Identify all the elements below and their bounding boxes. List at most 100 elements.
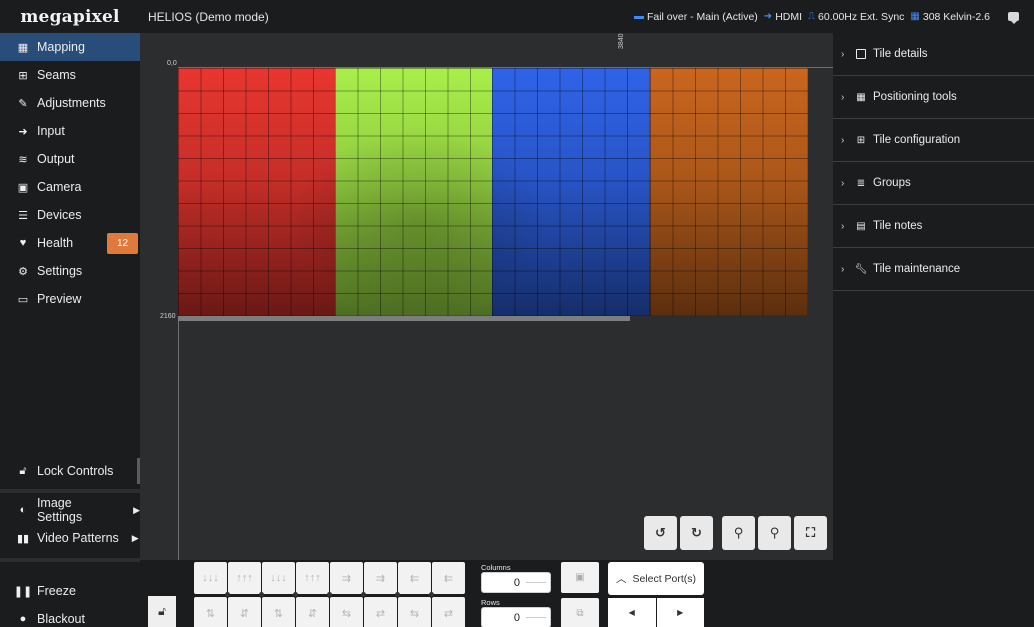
lightbulb-icon: ● [19,613,27,625]
lock-controls-label: Lock Controls [37,464,114,478]
pattern-snake-up-reverse-button[interactable]: ⇅ [262,597,295,627]
zoom-out-button[interactable]: ⚲ [722,516,755,550]
plus-square-icon: ⊞ [18,69,28,82]
stepper-divider [526,617,546,618]
snake-horizontal-icon: ⇆ [341,607,352,620]
pattern-rows-left-reverse-button[interactable]: ⇇ [432,562,465,594]
accordion-groups[interactable]: › ≣ Groups [833,162,1034,205]
snake-vertical-icon: ⇅ [273,607,284,620]
mapping-canvas[interactable]: 0,0 3840 2160 ↺ ↻ ⚲ ⚲ ⛶ [140,33,833,560]
sidebar-item-input[interactable]: ➜ Input [0,117,140,145]
arrows-left-icon: ⇇ [443,572,454,585]
split-grid-button[interactable]: ⧉ [561,598,599,627]
sidebar-item-seams[interactable]: ⊞ Seams [0,61,140,89]
tile-wall[interactable] [178,68,808,318]
pattern-snake-left-reverse-button[interactable]: ⇄ [432,597,465,627]
image-settings-button[interactable]: ◐ Image Settings ▶ [0,496,140,524]
canvas-boundary-bar [178,316,630,321]
undo-button[interactable]: ↺ [644,516,677,550]
right-panel: › Tile details › ▦ Positioning tools › ⊞… [833,33,1034,560]
sidebar-item-label: Input [37,124,65,138]
stepper-divider [526,582,546,583]
sidebar: ▦ Mapping ⊞ Seams ✎ Adjustments ➜ Input … [0,33,140,627]
tile-block-orange[interactable] [650,68,808,316]
failover-status[interactable]: ▬ Fail over - Main (Active) [634,11,758,23]
grid-split-icon: ⧉ [576,608,584,619]
input-status[interactable]: ➜ HDMI [764,11,802,23]
unlock-icon: 🔓︎ [158,604,166,618]
accordion-tile-details[interactable]: › Tile details [833,33,1034,76]
pattern-snake-down-button[interactable]: ⇵ [228,597,261,627]
previous-port-button[interactable]: ◀ [608,598,656,627]
gradient-overlay [650,68,808,316]
columns-control: Columns 0 [481,563,551,593]
feedback-button[interactable] [1000,6,1026,28]
sync-status[interactable]: ⎍ 60.00Hz Ext. Sync [808,11,904,23]
sidebar-item-label: Output [37,152,75,166]
pattern-rows-left-button[interactable]: ⇇ [398,562,434,597]
sidebar-item-preview[interactable]: ▭ Preview [0,285,140,313]
lock-controls-button[interactable]: 🔓︎ Lock Controls [0,457,140,485]
columns-input[interactable]: 0 [481,572,551,593]
arrows-up-icon: ↑↑↑ [236,572,253,584]
accordion-label: Groups [873,177,911,189]
cogs-icon: ⚙ [18,265,28,278]
chevron-right-icon: › [841,48,845,60]
sidebar-item-devices[interactable]: ☰ Devices [0,201,140,229]
grid-icon: ▦ [17,41,29,54]
kelvin-status[interactable]: ▦ 308 Kelvin-2.6 [910,11,990,23]
sidebar-item-health[interactable]: ♥ Health 12 [0,229,140,257]
accordion-label: Tile notes [873,220,923,232]
pattern-snake-right-reverse-button[interactable]: ⇆ [398,597,431,627]
chevron-right-icon: › [841,263,845,275]
unlock-icon: 🔓︎ [19,464,27,477]
select-ports-button[interactable]: ︿ Select Port(s) [608,562,704,595]
pattern-rows-right-reverse-button[interactable]: ⇉ [364,562,400,597]
undo-icon: ↺ [655,525,666,540]
sidebar-item-mapping[interactable]: ▦ Mapping [0,33,140,61]
next-port-button[interactable]: ▶ [656,598,704,627]
video-patterns-button[interactable]: ▮▮ Video Patterns ▶ [0,524,140,552]
pause-icon: ❚❚ [13,585,33,598]
apply-grid-button[interactable]: ▣ [561,562,599,593]
pattern-columns-up-reverse-button[interactable]: ↑↑↑ [296,562,332,597]
freeze-button[interactable]: ❚❚ Freeze [0,577,140,605]
pattern-snake-left-button[interactable]: ⇄ [364,597,397,627]
sidebar-item-camera[interactable]: ▣ Camera [0,173,140,201]
arrows-right-icon: ⇉ [375,572,386,585]
accordion-label: Tile configuration [873,134,961,146]
accordion-positioning-tools[interactable]: › ▦ Positioning tools [833,76,1034,119]
kelvin-status-text: 308 Kelvin-2.6 [922,10,990,23]
rows-input[interactable]: 0 [481,607,551,627]
pattern-rows-right-button[interactable]: ⇉ [330,562,366,597]
zoom-in-button[interactable]: ⚲ [758,516,791,550]
input-status-text: HDMI [775,10,803,23]
pattern-snake-up-button[interactable]: ⇅ [194,597,227,627]
fit-screen-button[interactable]: ⛶ [794,516,827,550]
blackout-button[interactable]: ● Blackout [0,605,140,627]
sidebar-item-output[interactable]: ≋ Output [0,145,140,173]
pattern-columns-down-button[interactable]: ↓↓↓ [194,562,230,597]
accordion-tile-configuration[interactable]: › ⊞ Tile configuration [833,119,1034,162]
pattern-columns-down-reverse-button[interactable]: ↓↓↓ [262,562,298,597]
redo-button[interactable]: ↻ [680,516,713,550]
pattern-snake-right-button[interactable]: ⇆ [330,597,363,627]
accordion-tile-notes[interactable]: › ▤ Tile notes [833,205,1034,248]
snake-horizontal-icon: ⇄ [443,607,454,620]
accordion-tile-maintenance[interactable]: › 🔧︎ Tile maintenance [833,248,1034,291]
pattern-columns-up-button[interactable]: ↑↑↑ [228,562,264,597]
divider [0,558,140,562]
health-badge: 12 [107,233,138,254]
pattern-snake-down-reverse-button[interactable]: ⇵ [296,597,329,627]
sidebar-item-label: Preview [37,292,82,306]
zoom-out-icon: ⚲ [733,525,744,540]
chevron-up-icon: ︿ [615,573,627,585]
sidebar-item-settings[interactable]: ⚙ Settings [0,257,140,285]
fit-screen-icon: ⛶ [805,525,816,540]
failover-status-text: Fail over - Main (Active) [646,10,758,23]
arrows-down-icon: ↓↓↓ [202,572,219,584]
top-bar: megapixel HELIOS (Demo mode) ▬ Fail over… [0,0,1034,33]
sidebar-item-label: Health [37,236,74,250]
lock-toggle-button[interactable]: 🔓︎ [148,596,176,627]
sidebar-item-adjustments[interactable]: ✎ Adjustments [0,89,140,117]
